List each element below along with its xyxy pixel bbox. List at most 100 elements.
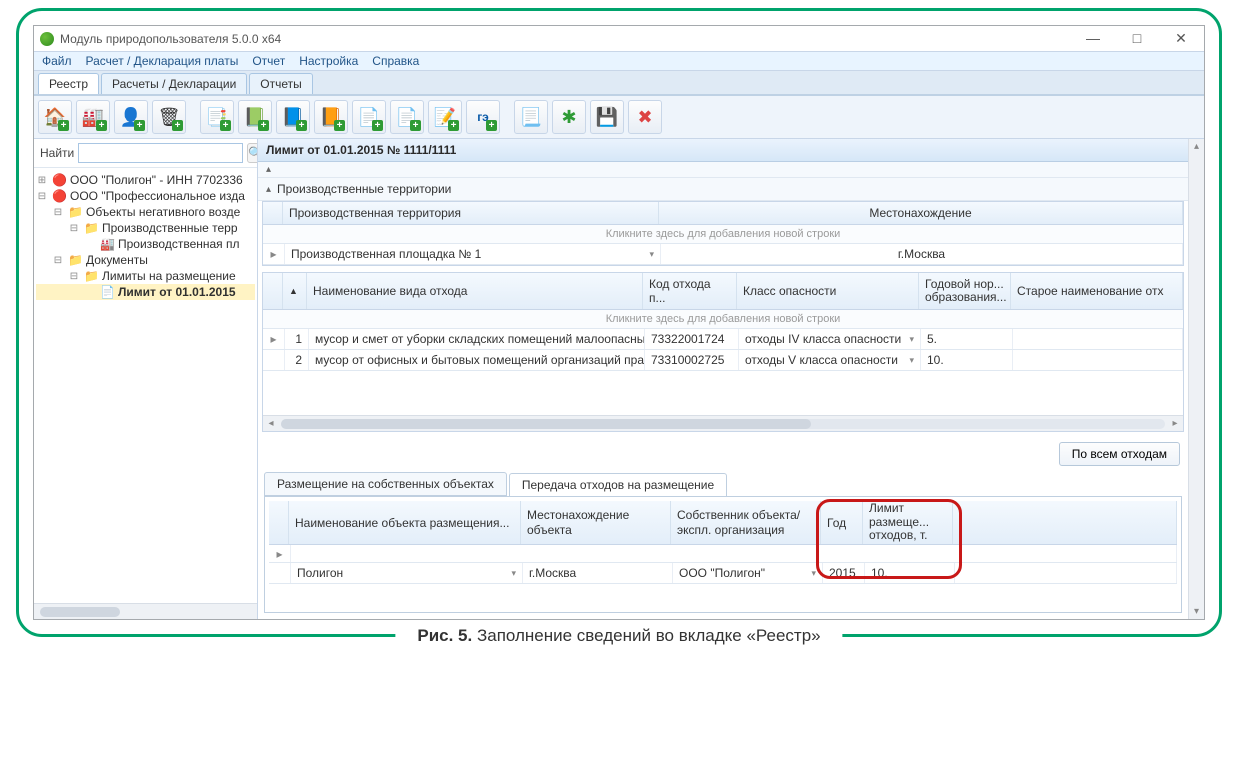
- btn-all-waste[interactable]: По всем отходам: [1059, 442, 1180, 466]
- tree-node-org-1[interactable]: ⊞🔴 ООО "Полигон" - ИНН 7702336: [36, 172, 255, 188]
- grid2-h-old[interactable]: Старое наименование отх: [1011, 273, 1183, 309]
- inner-tab-own[interactable]: Размещение на собственных объектах: [264, 472, 507, 496]
- menu-settings[interactable]: Настройка: [299, 54, 358, 68]
- tool-delete-icon[interactable]: ✖: [628, 100, 662, 134]
- scroll-right-icon[interactable]: ▸: [1167, 418, 1183, 429]
- grid3-empty-row[interactable]: ▸: [269, 545, 1177, 563]
- grid3-row1-loc[interactable]: г.Москва: [523, 563, 673, 583]
- tree-scroll-thumb[interactable]: [40, 607, 120, 617]
- tree-node-limit-2015[interactable]: 📄 Лимит от 01.01.2015: [36, 284, 255, 300]
- grid3-row1-year[interactable]: 2015: [823, 563, 865, 583]
- grid1-h-territory[interactable]: Производственная территория: [283, 202, 659, 224]
- menu-help[interactable]: Справка: [372, 54, 419, 68]
- scroll-down-icon[interactable]: ▾: [1194, 606, 1199, 617]
- window-controls: — □ ✕: [1080, 30, 1198, 47]
- tree-node-prod-area[interactable]: 🏭 Производственная пл: [36, 236, 255, 252]
- grid2-row1-year[interactable]: 5.: [921, 329, 1013, 349]
- collapse-row-1[interactable]: ▴: [258, 162, 1188, 178]
- grid3-row-1[interactable]: Полигон▾ г.Москва ООО "Полигон"▾ 2015 10…: [269, 563, 1177, 584]
- tool-doc5-icon[interactable]: 📄+: [352, 100, 386, 134]
- section-territories[interactable]: ▴ Производственные территории: [258, 178, 1188, 201]
- grid1-row-1[interactable]: ▸ Производственная площадка № 1▾ г.Москв…: [263, 244, 1183, 265]
- tool-doc7-icon[interactable]: 📝+: [428, 100, 462, 134]
- grid3-row1-name[interactable]: Полигон▾: [291, 563, 523, 583]
- grid2-row2-name[interactable]: мусор от офисных и бытовых помещений орг…: [309, 350, 645, 370]
- close-button[interactable]: ✕: [1168, 30, 1194, 47]
- menu-report[interactable]: Отчет: [252, 54, 285, 68]
- tool-doc2-icon[interactable]: 📗+: [238, 100, 272, 134]
- grid2-h-code[interactable]: Код отхода п...: [643, 273, 737, 309]
- grid-waste: ▲ Наименование вида отхода Код отхода п.…: [262, 272, 1184, 432]
- grid2-row2-num: 2: [285, 350, 309, 370]
- content-vscrollbar[interactable]: ▴ ▾: [1188, 139, 1204, 619]
- tool-ge-icon[interactable]: гэ+: [466, 100, 500, 134]
- minimize-button[interactable]: —: [1080, 30, 1106, 47]
- grid3-h-owner[interactable]: Собственник объекта/экспл. организация: [671, 501, 821, 544]
- grid2-row2-class[interactable]: отходы V класса опасности▾: [739, 350, 921, 370]
- tree-node-org-2[interactable]: ⊟🔴 ООО "Профессиональное изда: [36, 188, 255, 204]
- tree-node-limits[interactable]: ⊟📁 Лимиты на размещение: [36, 268, 255, 284]
- tree-scrollbar[interactable]: [34, 603, 257, 619]
- grid2-header: ▲ Наименование вида отхода Код отхода п.…: [263, 273, 1183, 310]
- menu-calc[interactable]: Расчет / Декларация платы: [86, 54, 239, 68]
- tool-doc3-icon[interactable]: 📘+: [276, 100, 310, 134]
- scroll-up-icon[interactable]: ▴: [1194, 141, 1199, 152]
- find-input[interactable]: [78, 143, 243, 163]
- grid2-hscroll[interactable]: ◂ ▸: [263, 415, 1183, 431]
- hscroll-thumb[interactable]: [281, 419, 811, 429]
- grid2-h-class[interactable]: Класс опасности: [737, 273, 919, 309]
- grid3-h-limit[interactable]: Лимит размеще... отходов, т.: [863, 501, 953, 544]
- grid2-indicator-header: [263, 273, 283, 309]
- grid2-row1-class[interactable]: отходы IV класса опасности▾: [739, 329, 921, 349]
- search-icon[interactable]: 🔍: [247, 143, 258, 163]
- tool-home-icon[interactable]: 🏠+: [38, 100, 72, 134]
- grid1-add-row-hint[interactable]: Кликните здесь для добавления новой стро…: [263, 225, 1183, 244]
- grid3-row1-owner[interactable]: ООО "Полигон"▾: [673, 563, 823, 583]
- tab-calc-decl[interactable]: Расчеты / Декларации: [101, 73, 247, 94]
- tool-doc4-icon[interactable]: 📙+: [314, 100, 348, 134]
- tab-reports[interactable]: Отчеты: [249, 73, 312, 94]
- menu-file[interactable]: Файл: [42, 54, 72, 68]
- grid1-c-territory[interactable]: Производственная площадка № 1▾: [285, 244, 661, 264]
- grid2-add-row-hint[interactable]: Кликните здесь для добавления новой стро…: [263, 310, 1183, 329]
- grid2-h-year[interactable]: Годовой нор... образования...: [919, 273, 1011, 309]
- grid3-h-loc[interactable]: Местонахождение объекта: [521, 501, 671, 544]
- tree-node-objects[interactable]: ⊟📁 Объекты негативного возде: [36, 204, 255, 220]
- tree: ⊞🔴 ООО "Полигон" - ИНН 7702336 ⊟🔴 ООО "П…: [34, 168, 257, 603]
- grid2-row2-code[interactable]: 73310002725: [645, 350, 739, 370]
- grid2-row1-old[interactable]: [1013, 329, 1183, 349]
- inner-panel: Наименование объекта размещения... Место…: [264, 496, 1182, 613]
- top-tabs: Реестр Расчеты / Декларации Отчеты: [34, 71, 1204, 96]
- tool-doc6-icon[interactable]: 📄+: [390, 100, 424, 134]
- grid2-row1-name[interactable]: мусор и смет от уборки складских помещен…: [309, 329, 645, 349]
- grid3-h-name[interactable]: Наименование объекта размещения...: [289, 501, 521, 544]
- grid2-h-name[interactable]: Наименование вида отхода: [307, 273, 643, 309]
- tool-page-icon[interactable]: 📃: [514, 100, 548, 134]
- grid1-h-location[interactable]: Местонахождение: [659, 202, 1183, 224]
- grid2-row2-old[interactable]: [1013, 350, 1183, 370]
- grid3-row1-limit[interactable]: 10.: [865, 563, 955, 583]
- grid3-h-year[interactable]: Год: [821, 501, 863, 544]
- tool-trash-icon[interactable]: 🗑+: [152, 100, 186, 134]
- grid2-row-2[interactable]: 2 мусор от офисных и бытовых помещений о…: [263, 350, 1183, 371]
- grid1-indicator-header: [263, 202, 283, 224]
- tab-registry[interactable]: Реестр: [38, 73, 99, 94]
- grid3-header: Наименование объекта размещения... Место…: [269, 501, 1177, 545]
- tool-factory-icon[interactable]: 🏭+: [76, 100, 110, 134]
- grid2-row2-year[interactable]: 10.: [921, 350, 1013, 370]
- maximize-button[interactable]: □: [1124, 30, 1150, 47]
- tree-node-documents[interactable]: ⊟📁 Документы: [36, 252, 255, 268]
- tool-doc1-icon[interactable]: 📑+: [200, 100, 234, 134]
- grid1-c-location[interactable]: г.Москва: [661, 244, 1183, 264]
- grid3-indicator-header: [269, 501, 289, 544]
- tool-star-icon[interactable]: ✱: [552, 100, 586, 134]
- tool-user-icon[interactable]: 👤+: [114, 100, 148, 134]
- tree-node-prod-terr[interactable]: ⊟📁 Производственные терр: [36, 220, 255, 236]
- find-label: Найти: [40, 146, 74, 160]
- tool-save-icon[interactable]: 💾: [590, 100, 624, 134]
- grid2-row-1[interactable]: ▸ 1 мусор и смет от уборки складских пом…: [263, 329, 1183, 350]
- scroll-left-icon[interactable]: ◂: [263, 418, 279, 429]
- inner-tab-transfer[interactable]: Передача отходов на размещение: [509, 473, 727, 497]
- grid2-h-num[interactable]: ▲: [283, 273, 307, 309]
- grid2-row1-code[interactable]: 73322001724: [645, 329, 739, 349]
